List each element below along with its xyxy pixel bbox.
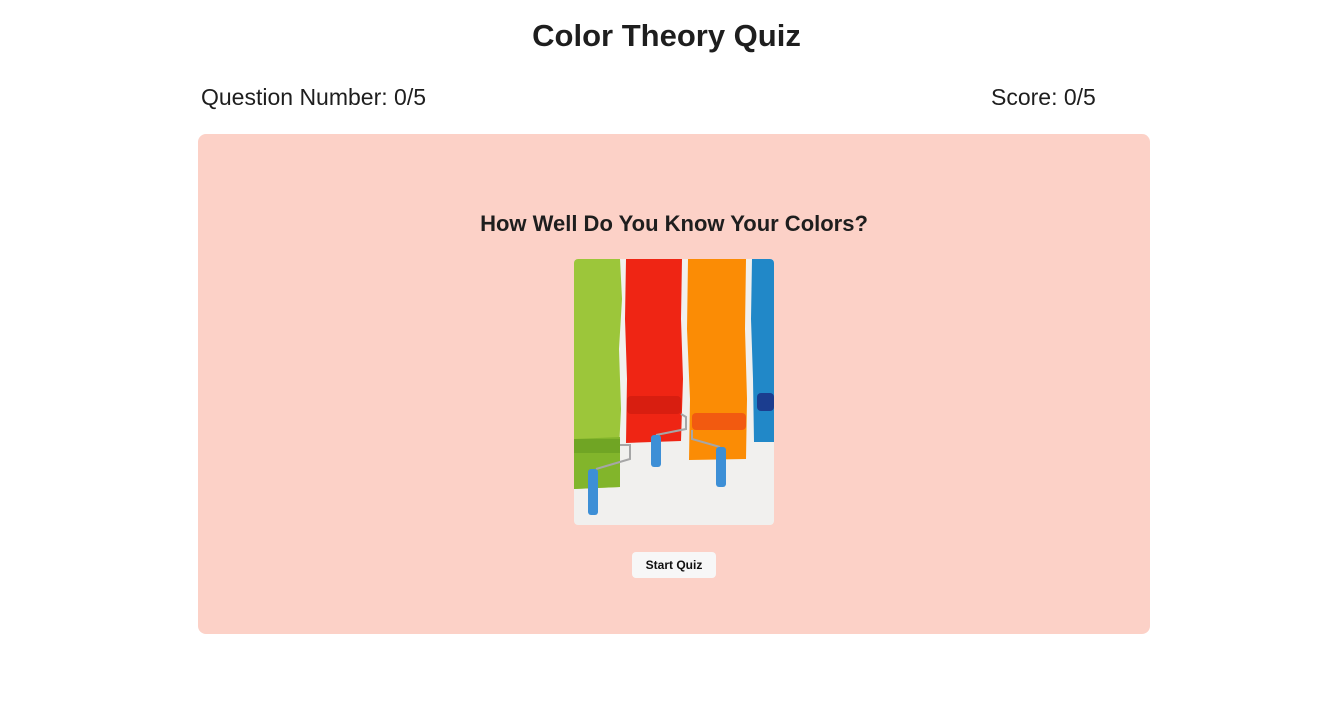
quiz-card: How Well Do You Know Your Colors? Start … [198, 134, 1150, 634]
score: Score: 0/5 [991, 84, 1096, 110]
quiz-heading: How Well Do You Know Your Colors? [480, 211, 868, 236]
paint-rollers-image [574, 259, 774, 525]
question-number: Question Number: 0/5 [201, 84, 427, 110]
start-quiz-button[interactable]: Start Quiz [632, 552, 716, 578]
page-title: Color Theory Quiz [532, 18, 801, 53]
